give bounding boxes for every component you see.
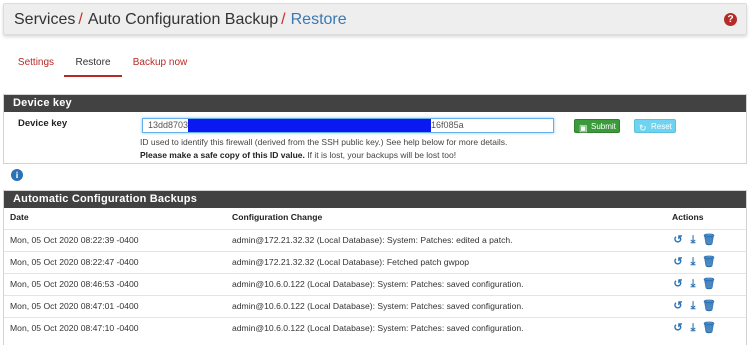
device-key-label: Device key xyxy=(18,118,68,129)
breadcrumb-services[interactable]: Services xyxy=(14,11,75,28)
row-change: admin@10.6.0.122 (Local Database): Syste… xyxy=(226,316,672,339)
breadcrumb: Services / Auto Configuration Backup / Resto… xyxy=(14,10,347,30)
download-icon[interactable]: ⤓ xyxy=(687,322,699,334)
tab-backup-now[interactable]: Backup now xyxy=(127,50,193,77)
row-date: Mon, 05 Oct 2020 08:22:39 -0400 xyxy=(4,228,226,251)
table-header-row: Date Configuration Change Actions xyxy=(4,208,746,229)
breadcrumb-separator: / xyxy=(78,11,83,28)
tab-settings[interactable]: Settings xyxy=(8,50,64,77)
refresh-icon: ↻ xyxy=(639,123,647,133)
device-key-value-start: 13dd8703 xyxy=(148,120,189,130)
table-row: Mon, 05 Oct 2020 08:22:39 -0400 admin@17… xyxy=(4,228,746,251)
row-change: admin@172.21.32.32 (Local Database): Fet… xyxy=(226,250,672,273)
row-actions: ↺ ⤓ 🗑 xyxy=(672,272,746,295)
submit-label: Submit xyxy=(591,122,616,131)
breadcrumb-separator: / xyxy=(281,11,286,28)
restore-icon[interactable]: ↺ xyxy=(672,256,684,268)
row-actions: ↺ ⤓ 🗑 xyxy=(672,294,746,317)
row-date: Mon, 05 Oct 2020 08:47:01 -0400 xyxy=(4,294,226,317)
device-key-input[interactable]: 13dd8703 16f085a xyxy=(142,118,554,133)
column-header-actions: Actions xyxy=(672,212,704,222)
row-date: Mon, 05 Oct 2020 08:22:47 -0400 xyxy=(4,250,226,273)
row-change: admin@10.6.0.122 (Local Database): Syste… xyxy=(226,272,672,295)
row-actions: ↺ ⤓ 🗑 xyxy=(672,228,746,251)
reset-button[interactable]: ↻ Reset xyxy=(634,119,676,133)
trash-icon[interactable]: 🗑 xyxy=(702,300,716,312)
page-header: Services / Auto Configuration Backup / Resto… xyxy=(3,3,747,35)
device-key-heading: Device key xyxy=(4,95,746,112)
info-icon[interactable]: i xyxy=(11,169,23,181)
tab-bar: Settings Restore Backup now xyxy=(5,50,745,80)
breadcrumb-auto-config-backup[interactable]: Auto Configuration Backup xyxy=(88,11,278,28)
row-actions: ↺ ⤓ 🗑 xyxy=(672,250,746,273)
warning-bold: Please make a safe copy of this ID value… xyxy=(140,150,305,160)
trash-icon[interactable]: 🗑 xyxy=(702,278,716,290)
reset-label: Reset xyxy=(651,122,672,131)
column-header-date: Date xyxy=(10,212,29,222)
trash-icon[interactable]: 🗑 xyxy=(702,234,716,246)
save-icon: ▣ xyxy=(579,123,588,133)
table-row: Mon, 05 Oct 2020 08:47:01 -0400 admin@10… xyxy=(4,294,746,317)
download-icon[interactable]: ⤓ xyxy=(687,278,699,290)
restore-icon[interactable]: ↺ xyxy=(672,278,684,290)
column-header-change: Configuration Change xyxy=(232,212,323,222)
restore-icon[interactable]: ↺ xyxy=(672,322,684,334)
download-icon[interactable]: ⤓ xyxy=(687,234,699,246)
restore-icon[interactable]: ↺ xyxy=(672,234,684,246)
backups-panel: Automatic Configuration Backups Date Con… xyxy=(3,190,747,345)
device-key-warning-text: Please make a safe copy of this ID value… xyxy=(140,150,456,160)
table-row: Mon, 05 Oct 2020 08:46:53 -0400 admin@10… xyxy=(4,272,746,295)
row-actions: ↺ ⤓ 🗑 xyxy=(672,316,746,339)
row-change: admin@172.21.32.32 (Local Database): Sys… xyxy=(226,228,672,251)
breadcrumb-restore[interactable]: Restore xyxy=(291,11,347,28)
row-date: Mon, 05 Oct 2020 08:46:53 -0400 xyxy=(4,272,226,295)
submit-button[interactable]: ▣ Submit xyxy=(574,119,620,133)
tab-restore[interactable]: Restore xyxy=(64,50,122,77)
row-date: Mon, 05 Oct 2020 08:47:10 -0400 xyxy=(4,316,226,339)
download-icon[interactable]: ⤓ xyxy=(687,256,699,268)
backups-heading: Automatic Configuration Backups xyxy=(4,191,746,208)
row-change: admin@10.6.0.122 (Local Database): Syste… xyxy=(226,294,672,317)
download-icon[interactable]: ⤓ xyxy=(687,300,699,312)
device-key-value-end: 16f085a xyxy=(431,120,464,130)
redacted-block xyxy=(188,119,432,132)
trash-icon[interactable]: 🗑 xyxy=(702,256,716,268)
question-circle-icon[interactable]: ? xyxy=(724,13,737,26)
backups-table: Date Configuration Change Actions Mon, 0… xyxy=(4,208,746,339)
restore-icon[interactable]: ↺ xyxy=(672,300,684,312)
table-row: Mon, 05 Oct 2020 08:22:47 -0400 admin@17… xyxy=(4,250,746,273)
warning-rest: If it is lost, your backups will be lost… xyxy=(304,150,457,160)
device-key-help-text: ID used to identify this firewall (deriv… xyxy=(140,137,508,147)
trash-icon[interactable]: 🗑 xyxy=(702,322,716,334)
table-row: Mon, 05 Oct 2020 08:47:10 -0400 admin@10… xyxy=(4,316,746,339)
